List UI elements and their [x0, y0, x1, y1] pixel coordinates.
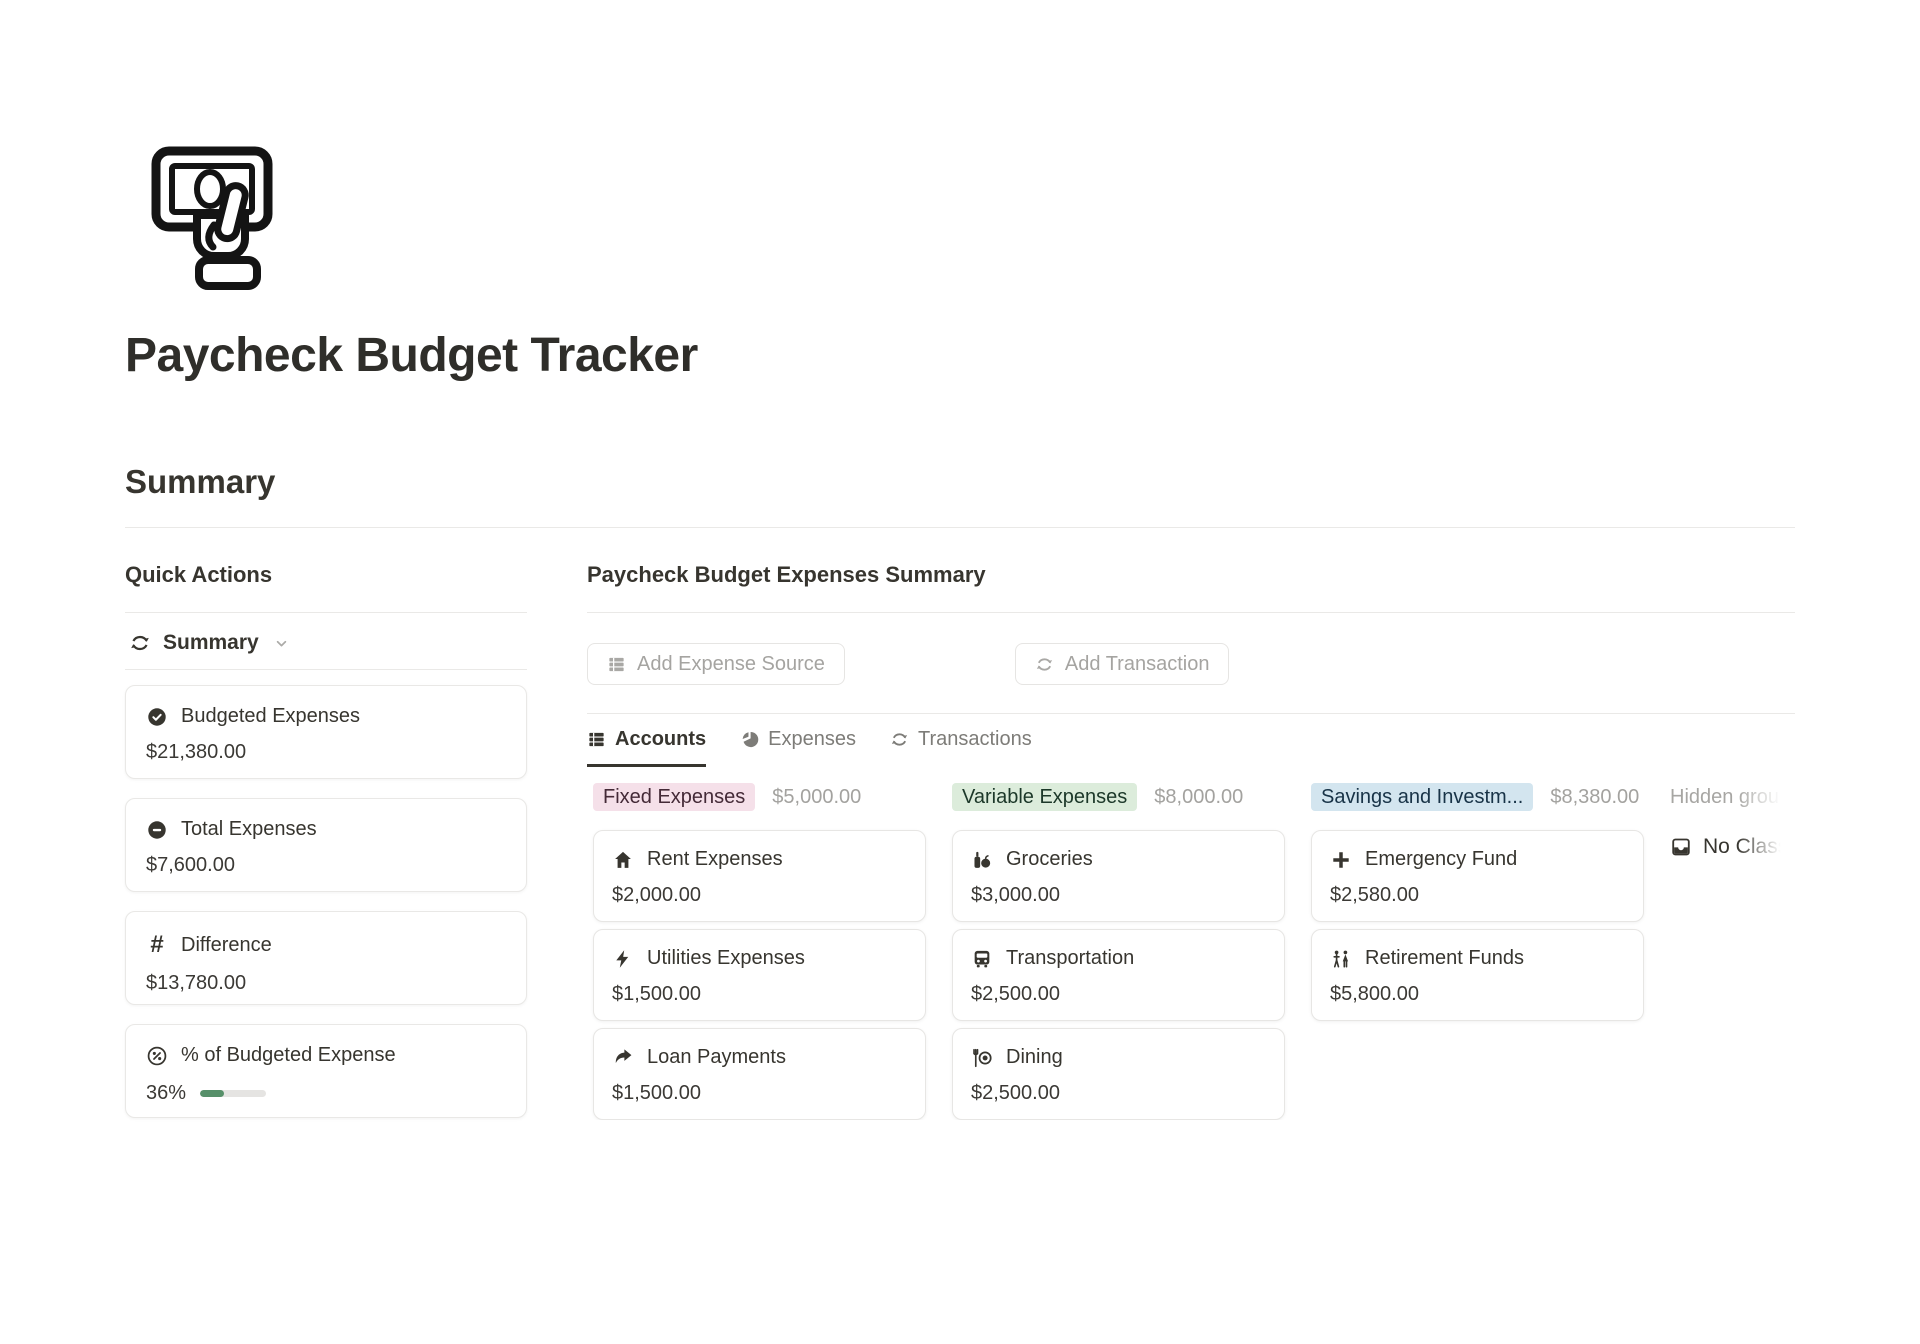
- board-group-savings-investments: Savings and Investm... $8,380.00 Emergen…: [1311, 783, 1644, 1120]
- dining-icon: [971, 1047, 993, 1069]
- view-dropdown-label: Summary: [163, 631, 259, 655]
- progress-value: 36%: [146, 1082, 186, 1105]
- card-value: $2,500.00: [971, 983, 1266, 1006]
- card-label: Retirement Funds: [1365, 947, 1524, 970]
- card-label: Dining: [1006, 1046, 1063, 1069]
- plus-icon: [1330, 849, 1352, 871]
- tab-expenses[interactable]: Expenses: [740, 728, 856, 767]
- card-value: $21,380.00: [146, 741, 506, 764]
- house-icon: [612, 849, 634, 871]
- group-total: $5,000.00: [772, 786, 861, 809]
- pie-chart-icon: [740, 730, 759, 749]
- card-value: $2,580.00: [1330, 884, 1625, 907]
- accounts-board: Fixed Expenses $5,000.00 Rent Expenses $: [587, 783, 1795, 1120]
- progress-bar-fill: [200, 1090, 224, 1097]
- card-label: Utilities Expenses: [647, 947, 805, 970]
- card-label: % of Budgeted Expense: [181, 1044, 396, 1067]
- board-group-variable-expenses: Variable Expenses $8,000.00: [952, 783, 1285, 1120]
- tab-label: Expenses: [768, 728, 856, 751]
- board-card-transportation[interactable]: Transportation $2,500.00: [952, 929, 1285, 1021]
- summary-card-budgeted-expenses[interactable]: Budgeted Expenses $21,380.00: [125, 685, 527, 779]
- expenses-summary-panel: Paycheck Budget Expenses Summary Add Exp…: [587, 528, 1795, 1120]
- add-transaction-button[interactable]: Add Transaction: [1015, 643, 1230, 685]
- tab-accounts[interactable]: Accounts: [587, 728, 706, 767]
- group-badge[interactable]: Savings and Investm...: [1311, 783, 1533, 811]
- card-label: Emergency Fund: [1365, 848, 1517, 871]
- group-badge[interactable]: Fixed Expenses: [593, 783, 755, 811]
- summary-card-difference[interactable]: # Difference $13,780.00: [125, 911, 527, 1005]
- page-icon-money-in-hand[interactable]: [150, 145, 285, 290]
- board-hidden-group: Hidden group No Classification: [1670, 783, 1795, 1120]
- card-value: $7,600.00: [146, 854, 506, 877]
- transactions-swap-icon: [1035, 655, 1054, 674]
- group-total: $8,380.00: [1550, 786, 1639, 809]
- card-value: $13,780.00: [146, 972, 506, 995]
- progress-bar: [200, 1090, 266, 1097]
- board-card-retirement-funds[interactable]: Retirement Funds $5,800.00: [1311, 929, 1644, 1021]
- card-label: Loan Payments: [647, 1046, 786, 1069]
- card-label: Difference: [181, 934, 272, 957]
- button-label: Add Transaction: [1065, 653, 1210, 676]
- card-value: $2,500.00: [971, 1082, 1266, 1105]
- card-value: $2,000.00: [612, 884, 907, 907]
- forward-arrow-icon: [612, 1047, 634, 1069]
- view-tabs: Accounts Expenses Tran: [587, 728, 1795, 767]
- table-rows-icon: [587, 730, 606, 749]
- percent-circle-icon: [146, 1045, 168, 1067]
- card-value: $3,000.00: [971, 884, 1266, 907]
- board-card-utilities-expenses[interactable]: Utilities Expenses $1,500.00: [593, 929, 926, 1021]
- board-card-groceries[interactable]: Groceries $3,000.00: [952, 830, 1285, 922]
- tab-transactions[interactable]: Transactions: [890, 728, 1032, 767]
- board-card-dining[interactable]: Dining $2,500.00: [952, 1028, 1285, 1120]
- card-value: $5,800.00: [1330, 983, 1625, 1006]
- transactions-swap-icon: [890, 730, 909, 749]
- minus-circle-icon: [146, 819, 168, 841]
- card-label: Budgeted Expenses: [181, 705, 360, 728]
- hidden-group-label[interactable]: Hidden group: [1670, 783, 1795, 811]
- view-dropdown-summary[interactable]: Summary: [125, 613, 527, 670]
- hidden-group-no-classification[interactable]: No Classification: [1670, 835, 1795, 859]
- board-card-loan-payments[interactable]: Loan Payments $1,500.00: [593, 1028, 926, 1120]
- card-value: $1,500.00: [612, 1082, 907, 1105]
- quick-actions-panel: Quick Actions Summary: [125, 528, 527, 1120]
- group-total: $8,000.00: [1154, 786, 1243, 809]
- board-group-fixed-expenses: Fixed Expenses $5,000.00 Rent Expenses $: [593, 783, 926, 1120]
- check-circle-icon: [146, 706, 168, 728]
- card-label: Transportation: [1006, 947, 1134, 970]
- card-label: Total Expenses: [181, 818, 317, 841]
- people-icon: [1330, 948, 1352, 970]
- group-badge[interactable]: Variable Expenses: [952, 783, 1137, 811]
- hidden-item-label: No Classification: [1703, 835, 1795, 859]
- board-card-rent-expenses[interactable]: Rent Expenses $2,000.00: [593, 830, 926, 922]
- button-label: Add Expense Source: [637, 653, 825, 676]
- add-expense-source-button[interactable]: Add Expense Source: [587, 643, 845, 685]
- tab-label: Accounts: [615, 728, 706, 751]
- board-card-emergency-fund[interactable]: Emergency Fund $2,580.00: [1311, 830, 1644, 922]
- inbox-icon: [1670, 836, 1692, 858]
- page-title: Paycheck Budget Tracker: [125, 328, 1795, 383]
- tab-label: Transactions: [918, 728, 1032, 751]
- summary-card-total-expenses[interactable]: Total Expenses $7,600.00: [125, 798, 527, 892]
- bolt-icon: [612, 948, 634, 970]
- transactions-swap-icon: [129, 632, 151, 654]
- quick-actions-heading: Quick Actions: [125, 562, 527, 613]
- summary-section-heading: Summary: [125, 463, 1795, 528]
- chevron-down-icon: [273, 635, 290, 652]
- card-value: $1,500.00: [612, 983, 907, 1006]
- card-label: Groceries: [1006, 848, 1093, 871]
- table-rows-icon: [607, 655, 626, 674]
- hash-icon: #: [146, 931, 168, 959]
- groceries-icon: [971, 849, 993, 871]
- expenses-summary-heading: Paycheck Budget Expenses Summary: [587, 562, 1795, 613]
- bus-icon: [971, 948, 993, 970]
- summary-card-percent-budgeted[interactable]: % of Budgeted Expense 36%: [125, 1024, 527, 1118]
- card-label: Rent Expenses: [647, 848, 783, 871]
